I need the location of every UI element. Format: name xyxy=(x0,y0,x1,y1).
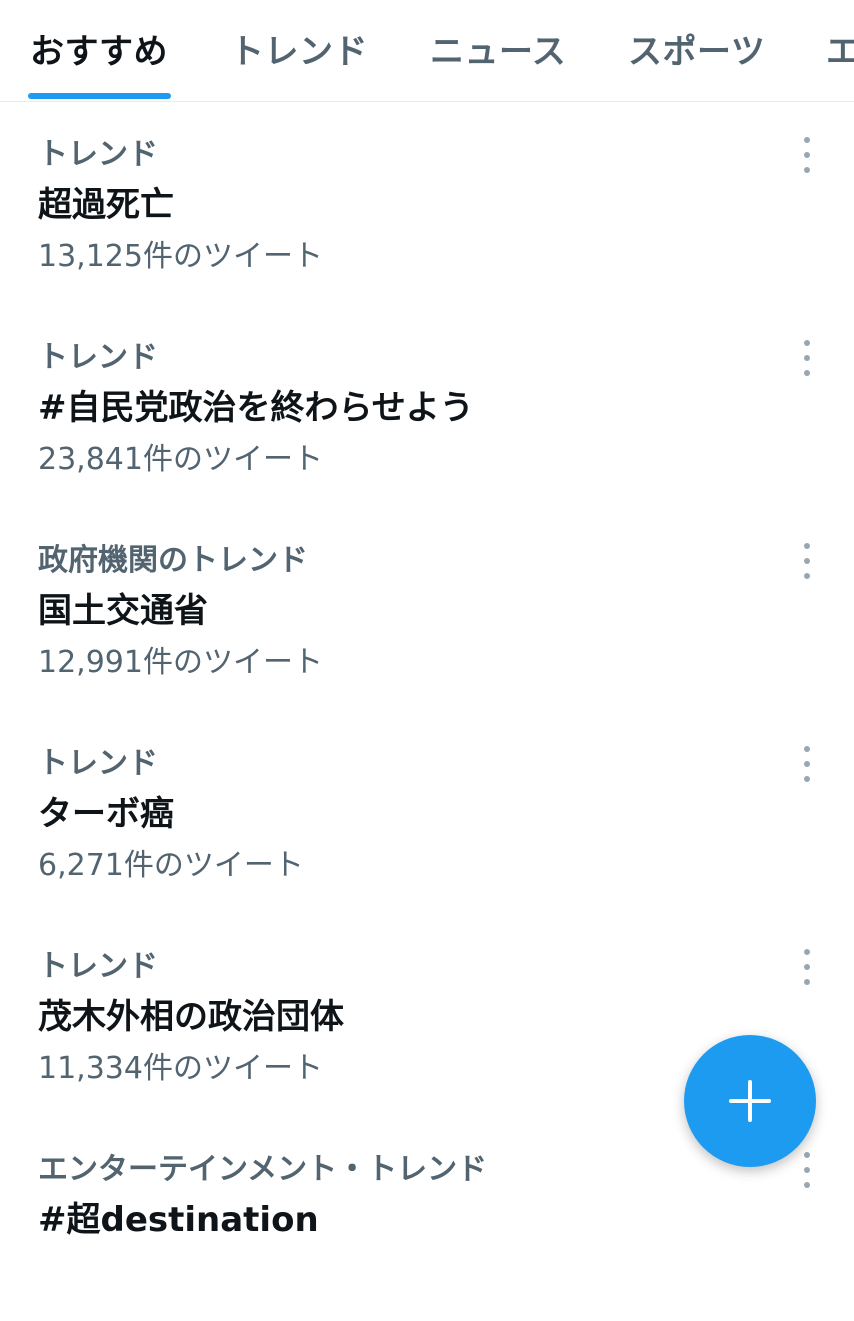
trend-context: エンターテインメント・トレンド xyxy=(38,1152,488,1187)
trend-title: 超過死亡 xyxy=(38,185,174,225)
plus-icon xyxy=(729,1080,771,1122)
trend-title: #自民党政治を終わらせよう xyxy=(38,388,474,428)
tab-trending[interactable]: トレンド xyxy=(230,24,368,73)
trend-context: トレンド xyxy=(38,137,158,172)
trend-context: トレンド xyxy=(38,746,158,781)
more-options-icon[interactable] xyxy=(796,746,818,782)
tab-recommended[interactable]: おすすめ xyxy=(30,24,168,73)
trend-item[interactable]: トレンド ターボ癌 6,271件のツイート xyxy=(0,712,854,915)
trend-title: ターボ癌 xyxy=(38,794,174,834)
trend-tweet-count: 11,334件のツイート xyxy=(38,1051,323,1086)
tab-entertainment[interactable]: エ xyxy=(826,24,854,73)
trend-item[interactable]: 政府機関のトレンド 国土交通省 12,991件のツイート xyxy=(0,509,854,712)
trend-tweet-count: 12,991件のツイート xyxy=(38,645,323,680)
trend-context: トレンド xyxy=(38,949,158,984)
more-options-icon[interactable] xyxy=(796,949,818,985)
trend-tweet-count: 6,271件のツイート xyxy=(38,848,304,883)
active-tab-indicator xyxy=(28,93,171,99)
tab-news[interactable]: ニュース xyxy=(430,24,566,73)
trend-item[interactable]: トレンド 超過死亡 13,125件のツイート xyxy=(0,103,854,306)
trend-title: 国土交通省 xyxy=(38,591,208,631)
trend-tweet-count: 23,841件のツイート xyxy=(38,442,323,477)
trend-context: 政府機関のトレンド xyxy=(38,543,308,578)
tab-sports[interactable]: スポーツ xyxy=(628,24,765,73)
compose-tweet-button[interactable] xyxy=(684,1035,816,1167)
trend-item[interactable]: トレンド #自民党政治を終わらせよう 23,841件のツイート xyxy=(0,306,854,509)
trend-tweet-count: 13,125件のツイート xyxy=(38,239,323,274)
more-options-icon[interactable] xyxy=(796,137,818,173)
tab-bar: おすすめ トレンド ニュース スポーツ エ xyxy=(0,0,854,102)
trend-context: トレンド xyxy=(38,340,158,375)
more-options-icon[interactable] xyxy=(796,1152,818,1188)
more-options-icon[interactable] xyxy=(796,340,818,376)
trend-title: 茂木外相の政治団体 xyxy=(38,997,344,1037)
trend-title: #超destination xyxy=(38,1200,319,1240)
more-options-icon[interactable] xyxy=(796,543,818,579)
